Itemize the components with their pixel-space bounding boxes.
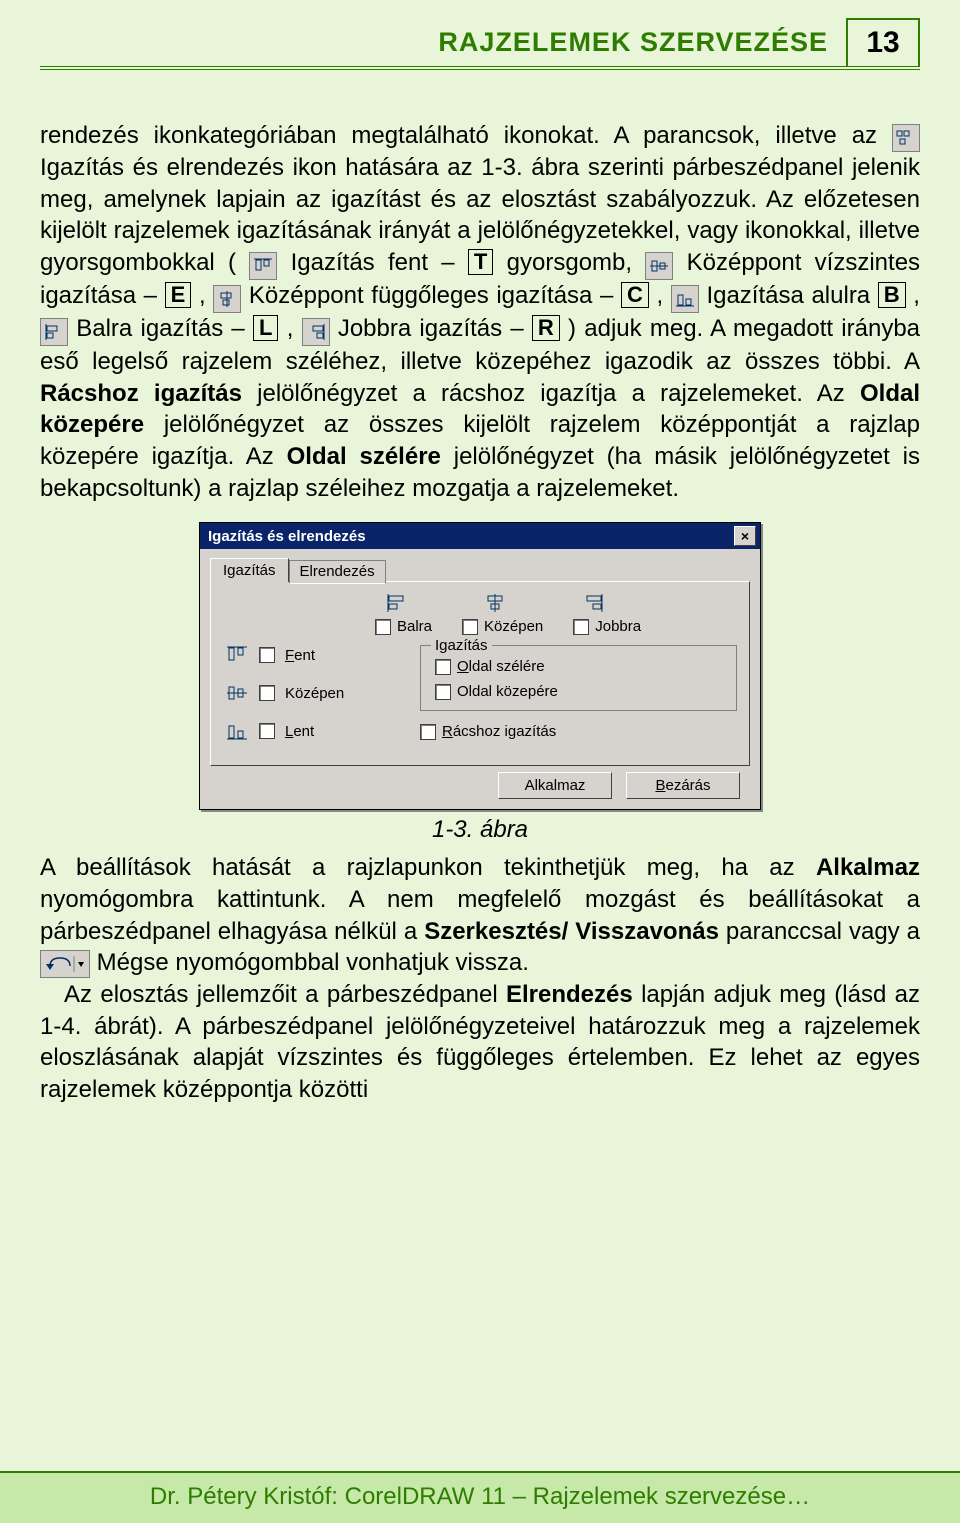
- dialog-wrap: Igazítás és elrendezés × Igazítás Elrend…: [40, 522, 920, 810]
- row-fent: Fent: [225, 645, 400, 665]
- close-button[interactable]: ×: [734, 526, 756, 546]
- header-bar: RAJZELEMEK SZERVEZÉSE 13: [40, 18, 920, 70]
- panel-body: Fent Középen: [225, 645, 737, 751]
- page-number: 13: [846, 18, 920, 66]
- label: Középen: [484, 618, 543, 635]
- text: ,: [287, 315, 302, 342]
- checkbox-icon[interactable]: [462, 619, 478, 635]
- checkbox-icon[interactable]: [259, 723, 275, 739]
- text: Középpont függőleges igazítása –: [249, 282, 621, 309]
- checkbox-icon[interactable]: [259, 685, 275, 701]
- row-kozepen: Középen: [225, 683, 400, 703]
- dialog-inner: Igazítás Elrendezés: [200, 549, 760, 809]
- body-text-2: A beállítások hatását a rajzlapunkon tek…: [40, 852, 920, 1105]
- body-text: rendezés ikonkategóriában megtalálható i…: [40, 120, 920, 504]
- align-top-icon: [249, 252, 277, 280]
- dialog-title: Igazítás és elrendezés: [208, 528, 366, 545]
- top-check-row: Balra Középen Jobbra: [375, 618, 737, 635]
- check-kozepen-top[interactable]: Középen: [462, 618, 543, 635]
- bezaras-button[interactable]: Bezárás: [626, 772, 740, 799]
- align-distribute-dialog: Igazítás és elrendezés × Igazítás Elrend…: [199, 522, 761, 810]
- key-c: C: [621, 282, 649, 308]
- row-lent: Lent: [225, 721, 400, 741]
- text: ,: [199, 282, 213, 309]
- text: Jobbra igazítás –: [338, 315, 532, 342]
- check-racshoz[interactable]: Rácshoz igazítás: [420, 723, 737, 740]
- groupbox-legend: Igazítás: [431, 637, 492, 654]
- align-right-icon: [302, 318, 330, 346]
- align-top-icon[interactable]: [225, 645, 249, 665]
- bold-elrendezes: Elrendezés: [506, 981, 633, 1008]
- left-column: Fent Középen: [225, 645, 400, 751]
- label: Középen: [285, 685, 344, 702]
- tab-panel: Balra Középen Jobbra: [210, 581, 750, 766]
- align-right-icon[interactable]: [577, 592, 605, 614]
- paragraph-1: rendezés ikonkategóriában megtalálható i…: [40, 120, 920, 504]
- text: Mégse nyomógombbal vonhatjuk vissza.: [97, 949, 529, 976]
- label: Balra: [397, 618, 432, 635]
- align-center-vertical-icon: [213, 285, 241, 313]
- right-column: Igazítás Oldal szélére Oldal közepére: [420, 645, 737, 751]
- bold-racshoz-igazitas: Rácshoz igazítás: [40, 380, 242, 407]
- label: Rácshoz igazítás: [442, 723, 556, 740]
- figure-caption: 1-3. ábra: [40, 816, 920, 844]
- label: Jobbra: [595, 618, 641, 635]
- check-oldal-szelere[interactable]: Oldal szélére: [435, 658, 724, 675]
- check-oldal-kozepere[interactable]: Oldal közepére: [435, 683, 724, 700]
- dialog-buttons: Alkalmaz Bezárás: [210, 766, 750, 799]
- footer: Dr. Pétery Kristóf: CorelDRAW 11 – Rajze…: [0, 1471, 960, 1523]
- align-center-horizontal-icon: [645, 252, 673, 280]
- tabs: Igazítás Elrendezés: [210, 558, 750, 582]
- check-balra[interactable]: Balra: [375, 618, 432, 635]
- label: Oldal szélére: [457, 658, 545, 675]
- bold-oldal-szelere: Oldal szélére: [287, 443, 441, 470]
- align-distribute-icon: [892, 124, 920, 152]
- text: jelölőnégyzet a rácshoz igazítja a rajze…: [257, 380, 860, 407]
- groupbox-igazitas: Igazítás Oldal szélére Oldal közepére: [420, 645, 737, 711]
- tab-igazitas[interactable]: Igazítás: [210, 558, 289, 582]
- undo-dropdown-icon: [40, 950, 90, 978]
- label: Lent: [285, 723, 314, 740]
- text: paranccsal vagy a: [726, 918, 920, 945]
- align-bottom-icon: [671, 285, 699, 313]
- align-bottom-icon[interactable]: [225, 721, 249, 741]
- text: Igazítás fent –: [291, 249, 468, 276]
- text: rendezés ikonkategóriában megtalálható i…: [40, 122, 892, 149]
- bold-alkalmaz: Alkalmaz: [816, 854, 920, 881]
- label: Oldal közepére: [457, 683, 558, 700]
- paragraph-3: Az elosztás jellemzőit a párbeszédpanel …: [40, 979, 920, 1106]
- page: RAJZELEMEK SZERVEZÉSE 13 rendezés ikonka…: [0, 0, 960, 1523]
- key-b: B: [878, 282, 906, 308]
- text: A beállítások hatását a rajzlapunkon tek…: [40, 854, 816, 881]
- text: Igazítása alulra: [706, 282, 877, 309]
- text: gyorsgomb,: [507, 249, 646, 276]
- checkbox-icon[interactable]: [573, 619, 589, 635]
- bold-szerkesztes-visszavonas: Szerkesztés/ Visszavonás: [424, 918, 719, 945]
- checkbox-icon[interactable]: [375, 619, 391, 635]
- alkalmaz-button[interactable]: Alkalmaz: [498, 772, 612, 799]
- header-title: RAJZELEMEK SZERVEZÉSE: [438, 27, 846, 58]
- text: ,: [913, 282, 920, 309]
- key-l: L: [253, 315, 278, 341]
- dialog-titlebar: Igazítás és elrendezés ×: [200, 523, 760, 549]
- text: Balra igazítás –: [76, 315, 253, 342]
- checkbox-icon[interactable]: [435, 684, 451, 700]
- check-jobbra[interactable]: Jobbra: [573, 618, 641, 635]
- text: ,: [657, 282, 671, 309]
- key-e: E: [165, 282, 192, 308]
- key-t: T: [468, 249, 493, 275]
- checkbox-icon[interactable]: [435, 659, 451, 675]
- text: Az elosztás jellemzőit a párbeszédpanel: [64, 981, 506, 1008]
- align-center-horizontal-icon[interactable]: [225, 683, 249, 703]
- checkbox-icon[interactable]: [259, 647, 275, 663]
- key-r: R: [532, 315, 560, 341]
- align-left-icon: [40, 318, 68, 346]
- align-left-icon[interactable]: [385, 592, 413, 614]
- paragraph-2: A beállítások hatását a rajzlapunkon tek…: [40, 852, 920, 979]
- label: Fent: [285, 647, 315, 664]
- tab-elrendezes[interactable]: Elrendezés: [289, 560, 386, 584]
- checkbox-icon[interactable]: [420, 724, 436, 740]
- top-icons-row: [385, 592, 737, 614]
- align-center-vertical-icon[interactable]: [481, 592, 509, 614]
